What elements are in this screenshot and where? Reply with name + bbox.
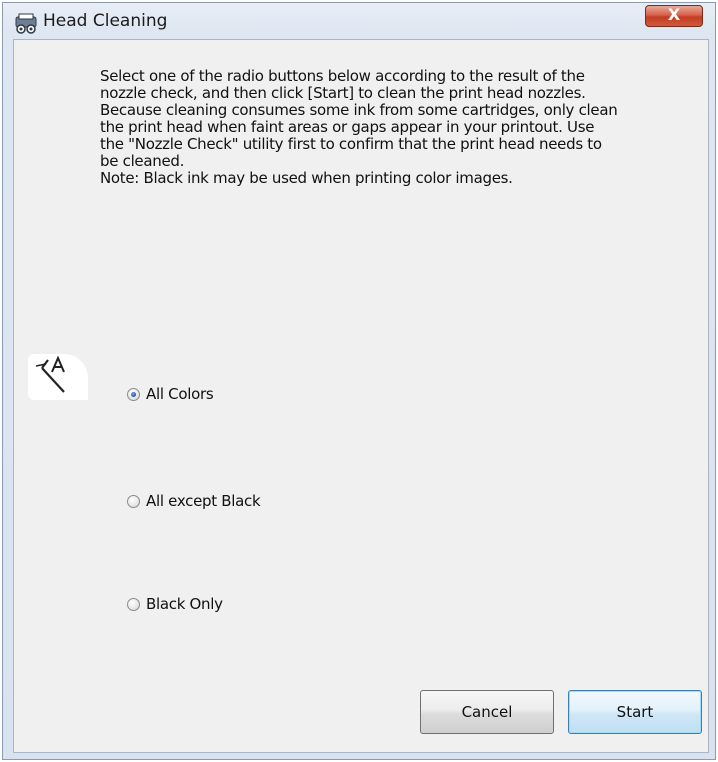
radio-button[interactable]	[127, 597, 140, 611]
radio-all-colors[interactable]: All Colors	[127, 383, 214, 405]
head-cleaning-window: Head Cleaning X Select one of the radio …	[2, 2, 716, 760]
cancel-button[interactable]: Cancel	[420, 690, 554, 734]
radio-all-except-black[interactable]: All except Black	[127, 490, 261, 512]
instructions-text: Select one of the radio buttons below ac…	[100, 68, 680, 187]
close-button[interactable]: X	[645, 5, 703, 27]
radio-label-black-only: Black Only	[146, 595, 223, 613]
instructions-line: the print head when faint areas or gaps …	[100, 118, 595, 136]
radio-label-all-colors: All Colors	[146, 385, 214, 403]
title-bar[interactable]: Head Cleaning X	[3, 3, 715, 43]
radio-button[interactable]	[127, 494, 140, 508]
print-head-nozzle-icon	[28, 354, 88, 400]
instructions-line: the "Nozzle Check" utility first to conf…	[100, 135, 602, 153]
instructions-line: Because cleaning consumes some ink from …	[100, 101, 618, 119]
note-line: Note: Black ink may be used when printin…	[100, 169, 513, 187]
dialog-body: Select one of the radio buttons below ac…	[13, 39, 709, 753]
printer-head-icon	[15, 13, 37, 34]
start-button[interactable]: Start	[568, 690, 702, 734]
radio-label-all-except-black: All except Black	[146, 492, 261, 510]
window-title: Head Cleaning	[43, 11, 168, 31]
instructions-line: Select one of the radio buttons below ac…	[100, 67, 585, 85]
instructions-line: be cleaned.	[100, 152, 185, 170]
radio-button-selected[interactable]	[127, 387, 140, 401]
radio-black-only[interactable]: Black Only	[127, 593, 223, 615]
instructions-line: nozzle check, and then click [Start] to …	[100, 84, 586, 102]
close-icon: X	[667, 5, 681, 24]
